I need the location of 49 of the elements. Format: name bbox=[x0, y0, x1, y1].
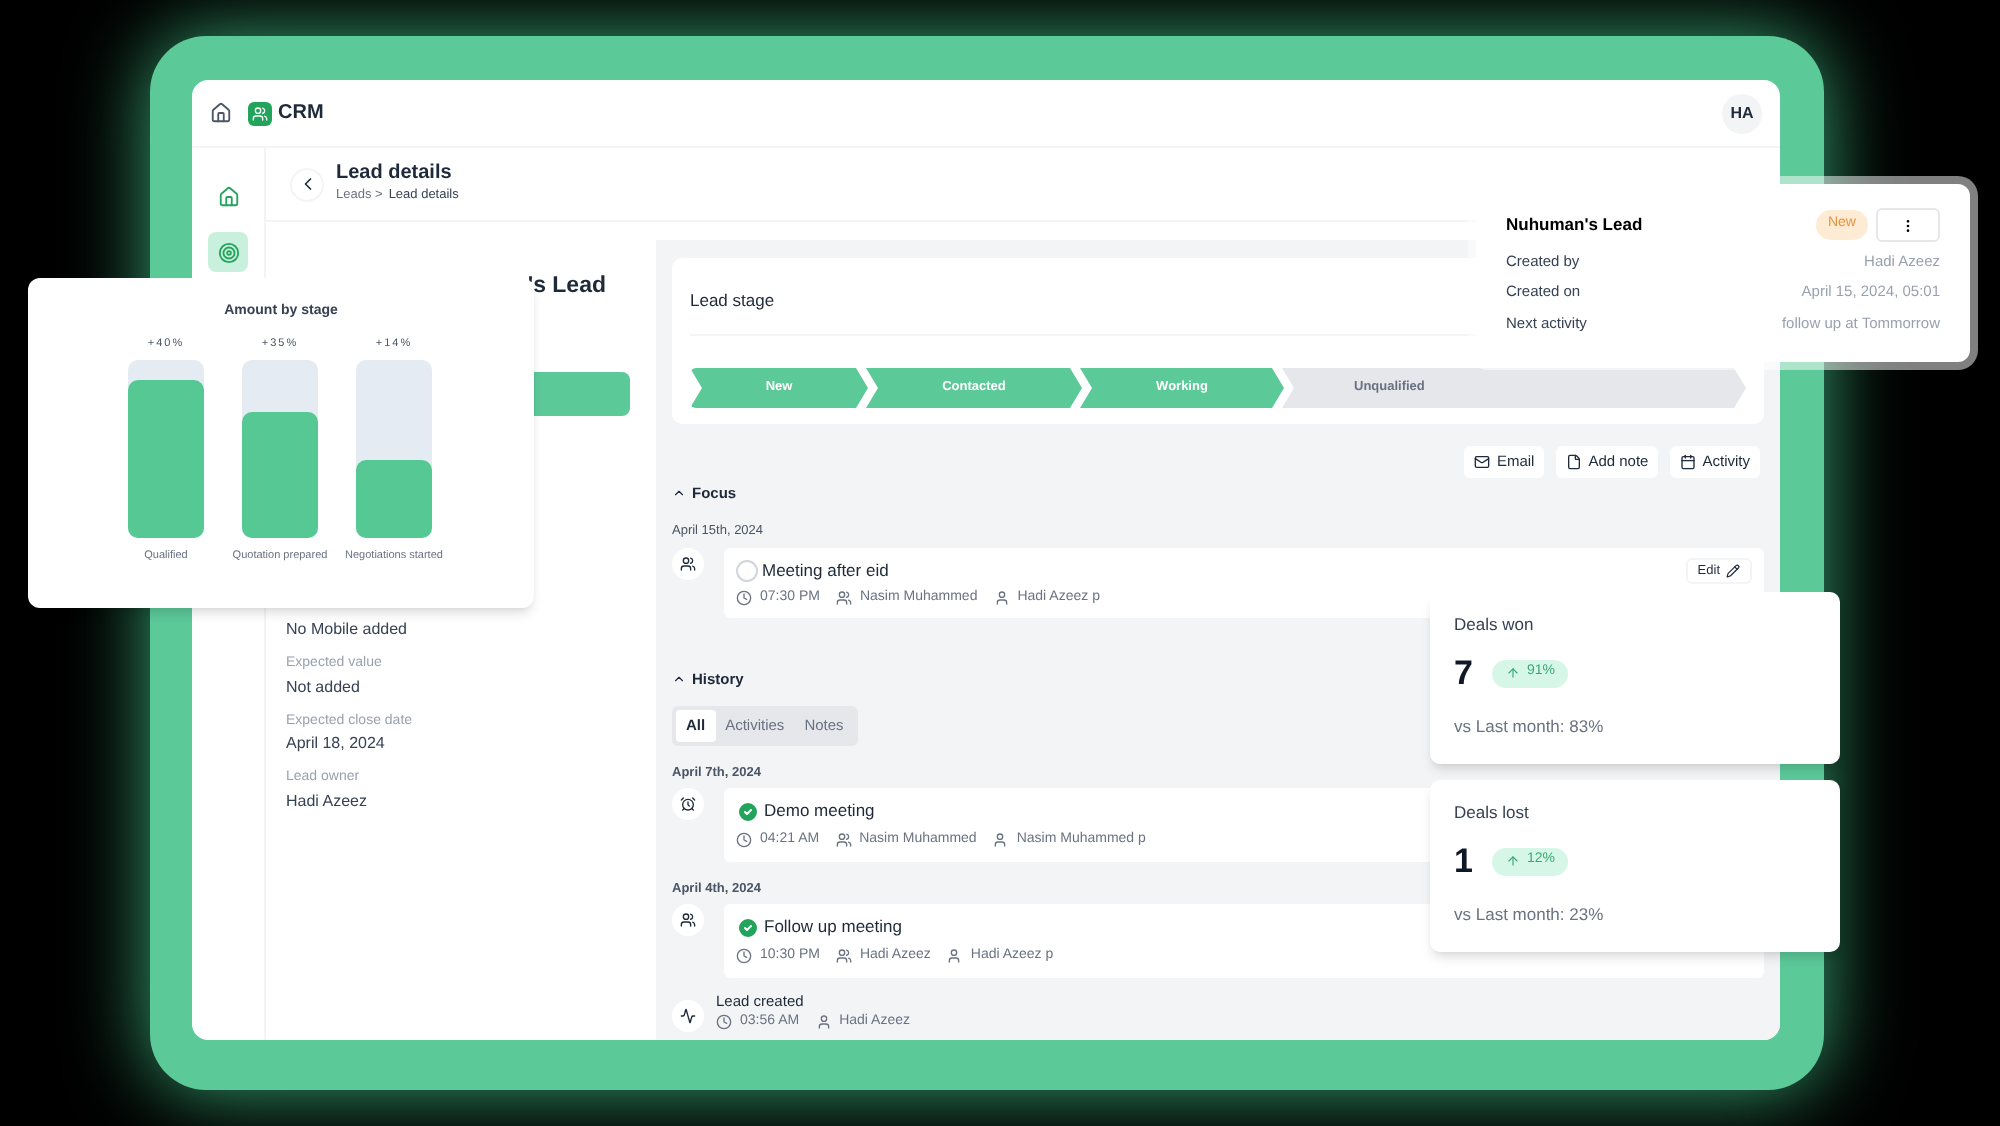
activity-title: Follow up meeting bbox=[764, 914, 902, 940]
page-title: Lead details bbox=[336, 162, 454, 187]
alarm-clock-icon bbox=[680, 796, 696, 813]
target-icon bbox=[217, 241, 239, 263]
sidebar-item[interactable] bbox=[208, 232, 248, 272]
card-title: Lead stage bbox=[690, 290, 775, 310]
lead-title: 's Lead bbox=[527, 272, 606, 302]
field-value: April 18, 2024 bbox=[286, 732, 387, 756]
arrow-up-icon bbox=[1506, 666, 1521, 680]
logo-icon bbox=[248, 101, 272, 125]
document-icon bbox=[1566, 454, 1583, 470]
field-value: Not added bbox=[286, 675, 362, 699]
users-icon bbox=[680, 912, 696, 929]
user-icon bbox=[815, 1014, 832, 1030]
check-circle-icon[interactable] bbox=[736, 799, 760, 824]
clock-icon bbox=[736, 832, 752, 849]
stat-title: Deals won bbox=[1454, 612, 1536, 638]
field-value: No Mobile added bbox=[286, 618, 407, 642]
home-icon bbox=[217, 185, 239, 207]
chevron-up-icon bbox=[672, 672, 686, 687]
stat-value: 1 bbox=[1454, 839, 1473, 884]
user-avatar[interactable]: HA bbox=[1722, 93, 1762, 133]
clock-icon bbox=[736, 590, 752, 606]
app-name: CRM bbox=[278, 100, 324, 128]
arrow-up-icon bbox=[1506, 854, 1521, 868]
user-icon bbox=[992, 832, 1009, 849]
user-icon bbox=[993, 590, 1010, 606]
users-icon bbox=[835, 948, 852, 965]
stat-title: Deals lost bbox=[1454, 800, 1531, 826]
card-title: Nuhuman's Lead bbox=[1506, 212, 1643, 238]
users-icon bbox=[680, 556, 696, 572]
stat-comparison: vs Last month: 23% bbox=[1454, 902, 1606, 928]
activity-title: Meeting after eid bbox=[762, 558, 889, 584]
chevron-up-icon bbox=[672, 486, 686, 501]
stat-comparison: vs Last month: 83% bbox=[1454, 714, 1606, 740]
users-icon bbox=[835, 832, 852, 849]
activity-title: Demo meeting bbox=[764, 798, 875, 824]
pulse-icon bbox=[680, 1008, 696, 1025]
field-value: Hadi Azeez bbox=[286, 789, 367, 813]
check-circle-icon[interactable] bbox=[736, 915, 760, 940]
clock-icon bbox=[736, 948, 752, 965]
mail-icon bbox=[1474, 454, 1491, 470]
stat-value: 7 bbox=[1454, 651, 1473, 696]
clock-icon bbox=[716, 1014, 732, 1030]
user-icon bbox=[946, 948, 963, 965]
users-icon bbox=[835, 590, 852, 606]
calendar-icon bbox=[1680, 454, 1697, 470]
pencil-icon bbox=[1726, 564, 1740, 578]
home-icon[interactable] bbox=[210, 102, 232, 124]
